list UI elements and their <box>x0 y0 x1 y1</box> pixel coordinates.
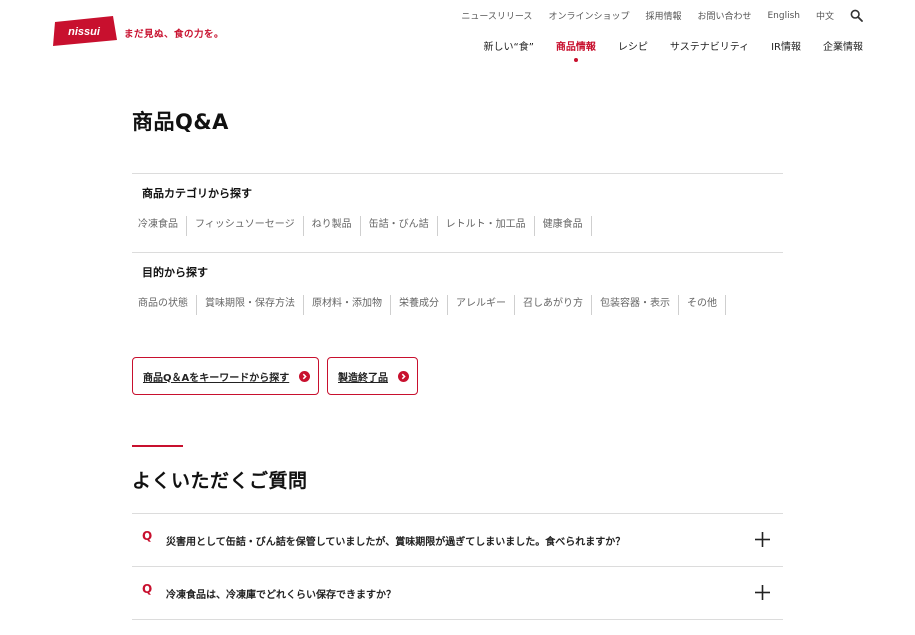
faq-heading: よくいただくご質問 <box>132 470 308 492</box>
arrow-right-circle-icon <box>299 370 311 382</box>
category-link[interactable]: 缶詰・びん詰 <box>369 216 438 236</box>
purpose-link[interactable]: 包装容器・表示 <box>600 295 679 315</box>
purpose-link[interactable]: アレルギー <box>456 295 515 315</box>
logo-text: nissui <box>68 26 101 38</box>
nav-sustainability[interactable]: サステナビリティ <box>670 38 749 53</box>
category-link[interactable]: 冷凍食品 <box>138 216 187 236</box>
nav-corporate[interactable]: 企業情報 <box>823 38 863 53</box>
nav-recipes[interactable]: レシピ <box>618 38 648 53</box>
search-icon[interactable] <box>850 9 863 22</box>
utility-link-english[interactable]: English <box>767 11 800 21</box>
faq-question: 冷凍食品は、冷凍庫でどれくらい保存できますか？ <box>166 590 396 601</box>
category-link-list: 冷凍食品 フィッシュソーセージ ねり製品 缶詰・びん詰 レトルト・加工品 健康食… <box>138 216 783 236</box>
discontinued-products-button[interactable]: 製造終了品 <box>327 357 418 395</box>
purpose-search-section: 目的から探す 商品の状態 賞味期限・保存方法 原材料・添加物 栄養成分 アレルギ… <box>132 252 783 315</box>
nissui-logo[interactable]: nissui <box>51 16 117 46</box>
utility-link-news[interactable]: ニュースリリース <box>461 9 532 22</box>
purpose-link[interactable]: 賞味期限・保存方法 <box>205 295 304 315</box>
main-nav: 新しい“食” 商品情報 レシピ サステナビリティ IR情報 企業情報 <box>462 38 863 62</box>
keyword-search-button-label: 商品Q＆Aをキーワードから探す <box>143 372 290 384</box>
utility-link-contact[interactable]: お問い合わせ <box>697 9 751 22</box>
faq-question: 災害用として缶詰・びん詰を保管していましたが、賞味期限が過ぎてしまいました。食べ… <box>166 537 626 548</box>
plus-icon[interactable] <box>754 531 771 548</box>
discontinued-products-button-label: 製造終了品 <box>338 372 388 384</box>
purpose-link[interactable]: 原材料・添加物 <box>312 295 391 315</box>
nav-new-food[interactable]: 新しい“食” <box>484 38 534 53</box>
heading-accent-line <box>132 445 183 447</box>
nav-ir[interactable]: IR情報 <box>771 38 801 53</box>
faq-item[interactable]: Q 冷凍食品は、冷凍庫でどれくらい保存できますか？ <box>132 566 783 619</box>
page-title: 商品Q&A <box>132 110 229 134</box>
category-link[interactable]: フィッシュソーセージ <box>195 216 304 236</box>
utility-link-careers[interactable]: 採用情報 <box>645 9 681 22</box>
purpose-search-title: 目的から探す <box>142 266 208 279</box>
category-link[interactable]: レトルト・加工品 <box>446 216 535 236</box>
faq-divider <box>132 619 783 620</box>
utility-link-chinese[interactable]: 中文 <box>816 9 834 22</box>
purpose-link-list: 商品の状態 賞味期限・保存方法 原材料・添加物 栄養成分 アレルギー 召しあがり… <box>138 295 783 315</box>
plus-icon[interactable] <box>754 584 771 601</box>
nav-products[interactable]: 商品情報 <box>556 38 596 62</box>
category-link[interactable]: 健康食品 <box>543 216 592 236</box>
keyword-search-button[interactable]: 商品Q＆Aをキーワードから探す <box>132 357 320 395</box>
category-link[interactable]: ねり製品 <box>312 216 361 236</box>
purpose-link[interactable]: その他 <box>687 295 726 315</box>
tagline: まだ見ぬ、食の力を。 <box>124 29 225 40</box>
purpose-link[interactable]: 商品の状態 <box>138 295 197 315</box>
purpose-link[interactable]: 栄養成分 <box>399 295 448 315</box>
category-search-title: 商品カテゴリから探す <box>142 187 252 200</box>
purpose-link[interactable]: 召しあがり方 <box>523 295 592 315</box>
utility-link-shop[interactable]: オンラインショップ <box>548 9 629 22</box>
q-mark-icon: Q <box>142 582 153 596</box>
arrow-right-circle-icon <box>398 370 409 382</box>
category-search-section: 商品カテゴリから探す 冷凍食品 フィッシュソーセージ ねり製品 缶詰・びん詰 レ… <box>132 173 783 236</box>
faq-item[interactable]: Q 災害用として缶詰・びん詰を保管していましたが、賞味期限が過ぎてしまいました。… <box>132 513 783 566</box>
utility-nav: ニュースリリース オンラインショップ 採用情報 お問い合わせ English 中… <box>445 9 863 22</box>
q-mark-icon: Q <box>142 529 153 543</box>
